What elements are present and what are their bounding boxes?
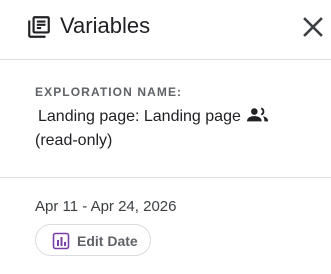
library-books-icon: [28, 16, 50, 38]
group-icon: [246, 107, 268, 122]
date-range-text: Apr 11 - Apr 24, 2026: [35, 198, 177, 215]
exploration-name-line: Landing page: Landing page: [35, 105, 325, 129]
edit-date-label: Edit Date: [77, 233, 138, 249]
edit-date-button[interactable]: Edit Date: [35, 224, 151, 256]
close-icon[interactable]: [298, 12, 328, 42]
read-only-text: (read-only): [35, 132, 113, 149]
date-section: Apr 11 - Apr 24, 2026 Edit Date: [0, 178, 331, 274]
variables-panel: Variables EXPLORATION NAME: Landing page…: [0, 0, 331, 274]
panel-header: Variables: [0, 0, 331, 60]
exploration-name-label: EXPLORATION NAME:: [35, 85, 183, 99]
panel-title: Variables: [60, 13, 151, 38]
exploration-name-section: EXPLORATION NAME: Landing page: Landing …: [0, 60, 331, 178]
exploration-name-value: Landing page: Landing page (read-only): [35, 105, 325, 153]
calendar-chart-icon: [52, 232, 70, 250]
exploration-name-text: Landing page: Landing page: [38, 108, 241, 125]
